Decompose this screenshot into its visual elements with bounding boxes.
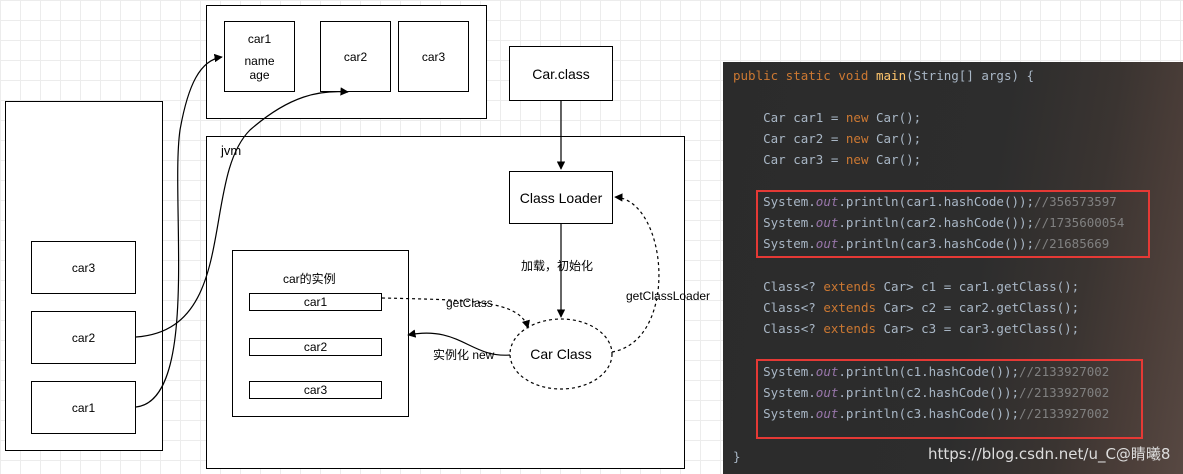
code-line: Class<? extends Car> c3 = car3.getClass(… [733, 321, 1079, 336]
code-line: Car car2 = new Car(); [733, 131, 921, 146]
stack-car3-label: car3 [71, 260, 96, 275]
code-token: extends [823, 279, 884, 294]
stack-car3-box: car3 [31, 241, 136, 294]
instantiate-label: 实例化 new [433, 348, 495, 362]
code-token: new [845, 152, 876, 167]
code-line: Car car3 = new Car(); [733, 152, 921, 167]
code-token: extends [823, 321, 884, 336]
code-token: Car(); [876, 152, 922, 167]
code-token: extends [823, 300, 884, 315]
car-class-file-label: Car.class [532, 65, 590, 82]
code-line: Car car1 = new Car(); [733, 110, 921, 125]
heap-car1-label: car1 [247, 31, 272, 46]
code-token: Class<? [733, 279, 824, 294]
get-class-label: getClass [446, 296, 493, 310]
code-token: } [733, 449, 741, 464]
code-token: Car car2 = [733, 131, 846, 146]
code-panel: public static void main(String[] args) {… [723, 62, 1183, 474]
code-token: main [876, 68, 907, 83]
code-token: Car car3 = [733, 152, 846, 167]
stack-car2-label: car2 [71, 330, 96, 345]
heap-car3-label: car3 [421, 49, 446, 64]
code-line: Class<? extends Car> c1 = car1.getClass(… [733, 279, 1079, 294]
code-token: Car(); [876, 131, 922, 146]
instance-car2: car2 [249, 338, 382, 356]
instance-car1-label: car1 [303, 295, 328, 309]
instance-car2-label: car2 [303, 340, 328, 354]
code-token: (String[] args) { [906, 68, 1035, 83]
instance-car3: car3 [249, 381, 382, 399]
stack-car1-label: car1 [71, 400, 96, 415]
code-token: Class<? [733, 321, 824, 336]
stack-car2-box: car2 [31, 311, 136, 364]
stack-car1-box: car1 [31, 381, 136, 434]
class-loader-label: Class Loader [519, 189, 603, 206]
heap-car2-label: car2 [343, 49, 368, 64]
instances-title: car的实例 [283, 272, 336, 286]
load-init-label: 加载，初始化 [521, 259, 594, 273]
jvm-label: jvm [221, 143, 242, 158]
code-token: new [845, 110, 876, 125]
code-token: new [845, 131, 876, 146]
code-token: Car> c1 = car1.getClass(); [883, 279, 1080, 294]
get-class-loader-label: getClassLoader [626, 289, 711, 303]
car-class-file-box: Car.class [509, 46, 613, 101]
heap-car2-box: car2 [320, 21, 391, 92]
watermark: https://blog.csdn.net/u_C@睛曦8 [928, 445, 1171, 463]
code-token: Car(); [876, 110, 922, 125]
code-line: Class<? extends Car> c2 = car2.getClass(… [733, 300, 1079, 315]
code-token: Car car1 = [733, 110, 846, 125]
heap-car3-box: car3 [398, 21, 469, 92]
code-token: Class<? [733, 300, 824, 315]
code-line: public static void main(String[] args) { [733, 68, 1034, 83]
code-token: Car> c3 = car3.getClass(); [883, 321, 1080, 336]
instance-car1: car1 [249, 293, 382, 311]
heap-car1-age-field: age [249, 67, 270, 82]
car-class-label: Car Class [530, 346, 592, 362]
class-loader-box: Class Loader [509, 171, 613, 224]
code-token: Car> c2 = car2.getClass(); [883, 300, 1080, 315]
highlight-hashcode-classes [756, 359, 1143, 439]
instance-car3-label: car3 [303, 383, 328, 397]
heap-car1-box: car1 name age [224, 21, 295, 92]
heap-car1-name-field: name [244, 53, 275, 68]
code-token: public static void [733, 68, 876, 83]
code-line: } [733, 449, 741, 464]
highlight-hashcode-objects [756, 190, 1150, 258]
